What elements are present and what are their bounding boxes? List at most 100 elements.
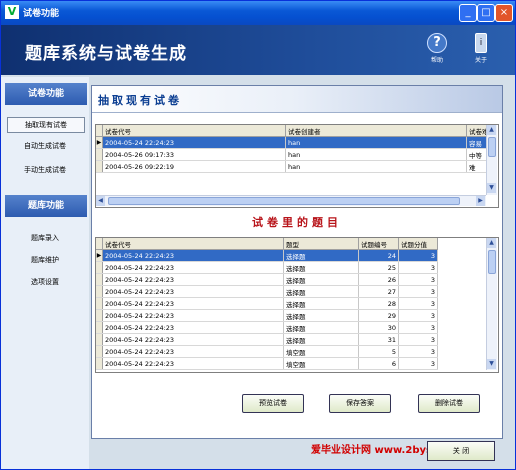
plug-icon: i <box>475 33 487 53</box>
table-cell: han <box>285 148 467 161</box>
table-cell: 3 <box>398 345 438 358</box>
sidebar-section-paper[interactable]: 试卷功能 <box>5 83 87 105</box>
table-cell: 27 <box>358 285 399 298</box>
table-cell: 2004-05-24 22:24:23 <box>102 357 284 370</box>
table-cell: 28 <box>358 297 399 310</box>
sidebar-item-manual-generate[interactable]: 手动生成试卷 <box>7 163 83 177</box>
table-cell: 2004-05-24 22:24:23 <box>102 249 284 262</box>
table-cell: 2004-05-26 09:22:19 <box>102 160 286 173</box>
scroll-thumb[interactable] <box>488 250 496 274</box>
table-row[interactable]: 2004-05-24 22:24:23 选择题 30 3 <box>96 321 438 334</box>
paper-grid[interactable]: 试卷代号 试卷创建者 试卷难 ▶ 2004-05-24 22:24:23 han… <box>95 124 499 208</box>
table-row[interactable]: 2004-05-24 22:24:23 选择题 29 3 <box>96 309 438 322</box>
sidebar-section-bank[interactable]: 题库功能 <box>5 195 87 217</box>
sidebar-item-auto-generate[interactable]: 自动生成试卷 <box>7 139 83 153</box>
table-row[interactable]: 2004-05-24 22:24:23 选择题 31 3 <box>96 333 438 346</box>
paper-grid-hscroll[interactable]: ◀ ▶ <box>96 195 486 206</box>
table-cell: 2004-05-24 22:24:23 <box>102 309 284 322</box>
column-header[interactable]: 试卷代号 <box>102 125 286 137</box>
question-grid-vscroll[interactable]: ▲ ▼ <box>486 238 497 370</box>
table-cell: 3 <box>398 285 438 298</box>
table-row[interactable]: 2004-05-24 22:24:23 选择题 25 3 <box>96 261 438 274</box>
top-section-header: 抽取现有试卷 <box>92 86 502 113</box>
table-cell: 2004-05-24 22:24:23 <box>102 297 284 310</box>
column-header[interactable]: 试题分值 <box>398 238 438 250</box>
window-title: 试卷功能 <box>23 9 60 19</box>
app-icon: V <box>5 5 19 19</box>
page-title: 题库系统与试卷生成 <box>25 44 187 64</box>
table-cell: 3 <box>398 249 438 262</box>
table-cell: 3 <box>398 261 438 274</box>
table-cell: 3 <box>398 309 438 322</box>
save-answer-button[interactable]: 保存答案 <box>329 394 391 413</box>
help-label: 帮助 <box>430 57 443 64</box>
table-row[interactable]: 2004-05-26 09:17:33 han 中等 <box>96 148 496 161</box>
sidebar-item-bank-entry[interactable]: 题库录入 <box>7 231 83 245</box>
column-header[interactable]: 试题编号 <box>358 238 399 250</box>
main-panel: 抽取现有试卷 试卷代号 试卷创建者 试卷难 ▶ 2004-05-24 22:24… <box>91 85 503 439</box>
table-cell: 2004-05-24 22:24:23 <box>102 136 286 149</box>
table-cell: 5 <box>358 345 399 358</box>
scroll-down-icon[interactable]: ▼ <box>487 359 496 369</box>
column-header[interactable]: 试卷代号 <box>102 238 284 250</box>
table-cell: 3 <box>398 333 438 346</box>
top-section-title: 抽取现有试卷 <box>98 94 182 107</box>
scroll-down-icon[interactable]: ▼ <box>487 183 496 193</box>
table-cell: 选择题 <box>283 309 359 322</box>
table-cell: 26 <box>358 273 399 286</box>
table-cell: 2004-05-24 22:24:23 <box>102 333 284 346</box>
column-header[interactable]: 试卷创建者 <box>285 125 467 137</box>
sidebar: 试卷功能 抽取现有试卷 自动生成试卷 手动生成试卷 题库功能 题库录入 题库维护… <box>1 77 89 469</box>
scroll-thumb[interactable] <box>488 137 496 157</box>
sidebar-item-option-settings[interactable]: 选项设置 <box>7 275 83 289</box>
table-cell: 选择题 <box>283 261 359 274</box>
table-cell: 选择题 <box>283 297 359 310</box>
scroll-left-icon[interactable]: ◀ <box>96 196 105 206</box>
scroll-up-icon[interactable]: ▲ <box>487 238 496 248</box>
maximize-button[interactable]: □ <box>477 4 495 22</box>
table-cell: 6 <box>358 357 399 370</box>
table-cell: 选择题 <box>283 273 359 286</box>
sidebar-item-bank-maintain[interactable]: 题库维护 <box>7 253 83 267</box>
table-cell: han <box>285 160 467 173</box>
hscroll-thumb[interactable] <box>108 197 460 205</box>
minimize-button[interactable]: _ <box>459 4 477 22</box>
table-row[interactable]: 2004-05-24 22:24:23 选择题 28 3 <box>96 297 438 310</box>
table-cell: 31 <box>358 333 399 346</box>
table-row[interactable]: 2004-05-24 22:24:23 选择题 26 3 <box>96 273 438 286</box>
table-cell: 选择题 <box>283 321 359 334</box>
paper-grid-vscroll[interactable]: ▲ ▼ <box>486 125 497 195</box>
table-row[interactable]: 2004-05-24 22:24:23 填空题 5 3 <box>96 345 438 358</box>
table-cell: 30 <box>358 321 399 334</box>
delete-paper-button[interactable]: 删除试卷 <box>418 394 480 413</box>
table-cell: 选择题 <box>283 333 359 346</box>
scroll-right-icon[interactable]: ▶ <box>476 196 485 206</box>
title-bar: V 试卷功能 _ □ × <box>1 1 515 25</box>
about-label: 关于 <box>474 57 487 64</box>
table-row[interactable]: 2004-05-26 09:22:19 han 难 <box>96 160 496 173</box>
scroll-up-icon[interactable]: ▲ <box>487 125 496 135</box>
table-row[interactable]: 2004-05-24 22:24:23 填空题 6 3 <box>96 357 438 370</box>
table-row[interactable]: ▶ 2004-05-24 22:24:23 选择题 24 3 <box>96 249 438 262</box>
table-cell: 2004-05-26 09:17:33 <box>102 148 286 161</box>
help-button[interactable]: ? 帮助 <box>419 33 455 64</box>
column-header[interactable]: 题型 <box>283 238 359 250</box>
preview-paper-button[interactable]: 预览试卷 <box>242 394 304 413</box>
table-cell: 填空题 <box>283 345 359 358</box>
about-button[interactable]: i 关于 <box>463 33 499 64</box>
table-cell: 3 <box>398 297 438 310</box>
table-row[interactable]: 2004-05-24 22:24:23 选择题 27 3 <box>96 285 438 298</box>
bottom-section-title: 试卷里的题目 <box>252 216 342 229</box>
table-cell: 2004-05-24 22:24:23 <box>102 285 284 298</box>
close-window-button[interactable]: × <box>495 4 513 22</box>
app-header: 题库系统与试卷生成 ? 帮助 i 关于 <box>1 25 515 75</box>
table-cell: 3 <box>398 321 438 334</box>
table-cell: han <box>285 136 467 149</box>
close-button[interactable]: 关 闭 <box>427 441 495 461</box>
table-cell: 选择题 <box>283 249 359 262</box>
table-cell: 2004-05-24 22:24:23 <box>102 345 284 358</box>
sidebar-item-extract-paper[interactable]: 抽取现有试卷 <box>7 117 85 133</box>
question-grid[interactable]: 试卷代号 题型 试题编号 试题分值 ▶ 2004-05-24 22:24:23 选择… <box>95 237 499 373</box>
table-row[interactable]: ▶ 2004-05-24 22:24:23 han 容易 <box>96 136 496 149</box>
table-cell: 24 <box>358 249 399 262</box>
